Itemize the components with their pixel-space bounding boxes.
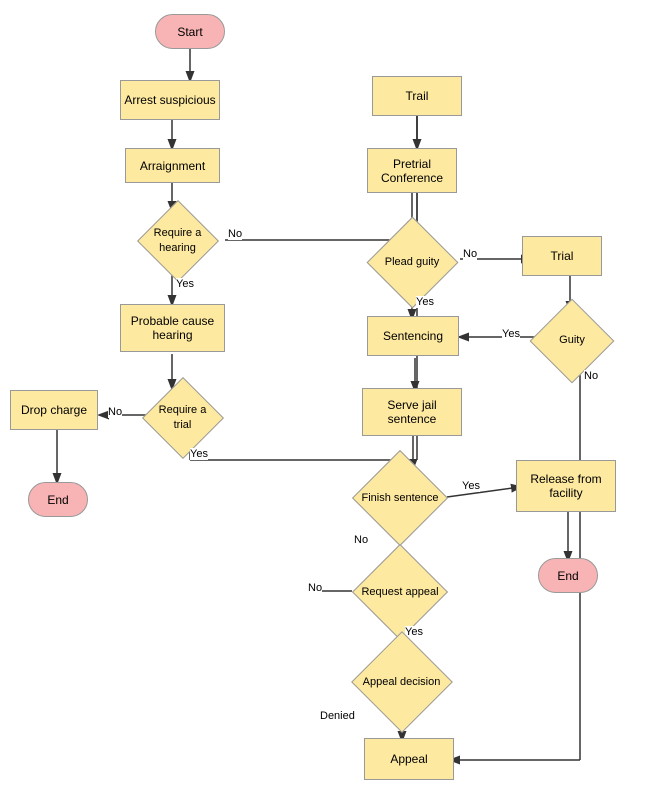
request-appeal-diamond: Request appeal <box>345 556 455 628</box>
require-hearing-label: Require a hearing <box>143 226 213 255</box>
start-node: Start <box>155 14 225 49</box>
require-trial-no-label: No <box>108 406 122 418</box>
guilty-no-label: No <box>584 370 598 382</box>
finish-sentence-diamond: Finish sentence <box>345 462 455 534</box>
end2-node: End <box>538 558 598 593</box>
arrest-node: Arrest suspicious <box>120 80 220 120</box>
flowchart-canvas: Start Arrest suspicious Arraignment Requ… <box>0 0 653 792</box>
serve-jail-label: Serve jail sentence <box>363 398 461 426</box>
trail-node: Trail <box>372 76 462 116</box>
appeal-label: Appeal <box>390 752 427 766</box>
appeal-denied-label: Denied <box>320 710 355 722</box>
sentencing-node: Sentencing <box>367 316 459 356</box>
arrest-label: Arrest suspicious <box>124 93 215 107</box>
finish-sentence-yes-label: Yes <box>462 480 480 492</box>
pretrial-node: Pretrial Conference <box>367 148 457 193</box>
drop-charge-label: Drop charge <box>21 403 87 417</box>
trail-label: Trail <box>406 89 429 103</box>
guilty-diamond: Guity <box>528 308 616 373</box>
finish-sentence-label: Finish sentence <box>360 491 440 505</box>
request-appeal-label: Request appeal <box>360 585 440 599</box>
end1-node: End <box>28 482 88 517</box>
require-hearing-no-label: No <box>228 228 242 240</box>
pretrial-label: Pretrial Conference <box>368 157 456 185</box>
release-node: Release from facility <box>516 460 616 512</box>
release-label: Release from facility <box>517 472 615 500</box>
require-trial-diamond: Require a trial <box>140 385 225 450</box>
sentencing-label: Sentencing <box>383 329 443 343</box>
probable-cause-node: Probable cause hearing <box>120 304 225 352</box>
plead-guilty-yes-label: Yes <box>416 296 434 308</box>
arraignment-label: Arraignment <box>140 159 205 173</box>
arraignment-node: Arraignment <box>125 148 220 183</box>
guilty-label: Guity <box>542 333 602 347</box>
appeal-node: Appeal <box>364 738 454 780</box>
require-trial-label: Require a trial <box>150 403 215 432</box>
trial-label: Trial <box>551 249 574 263</box>
serve-jail-node: Serve jail sentence <box>362 388 462 436</box>
finish-sentence-no-label: No <box>354 534 368 546</box>
guilty-yes-label: Yes <box>502 328 520 340</box>
require-trial-yes-label: Yes <box>190 448 208 460</box>
require-hearing-diamond: Require a hearing <box>130 208 225 273</box>
end2-label: End <box>557 569 578 583</box>
plead-guilty-label: Plead guity <box>375 255 450 269</box>
drop-charge-node: Drop charge <box>10 390 98 430</box>
trial-node: Trial <box>522 236 602 276</box>
end1-label: End <box>47 493 68 507</box>
plead-guilty-diamond: Plead guity <box>363 228 461 296</box>
probable-cause-label: Probable cause hearing <box>121 314 224 342</box>
require-hearing-yes-label: Yes <box>176 278 194 290</box>
start-label: Start <box>177 25 202 39</box>
request-appeal-no-label: No <box>308 582 322 594</box>
appeal-decision-diamond: Appeal decision <box>344 644 459 720</box>
appeal-decision-label: Appeal decision <box>359 675 444 689</box>
plead-guilty-no-label: No <box>463 248 477 260</box>
